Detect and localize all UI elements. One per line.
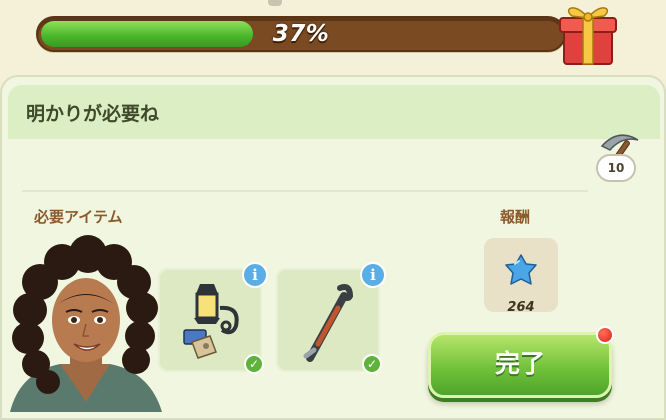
required-items-label: 必要アイテム: [34, 208, 123, 226]
check-icon: ✓: [362, 354, 382, 374]
task-title: 明かりが必要ね: [26, 103, 160, 125]
reward-item[interactable]: 264: [484, 238, 558, 315]
check-icon: ✓: [244, 354, 264, 374]
crowbar-icon: [303, 284, 354, 362]
complete-button-label: 完了: [494, 349, 545, 378]
info-button[interactable]: i: [360, 262, 386, 288]
notification-dot: [596, 326, 614, 344]
required-item-street-lamp[interactable]: i ✓: [158, 262, 268, 374]
progress-percent: 37%: [272, 21, 330, 47]
divider: [22, 190, 588, 192]
character-portrait: [10, 235, 162, 412]
required-item-crowbar[interactable]: i ✓: [276, 262, 386, 374]
info-button[interactable]: i: [242, 262, 268, 288]
street-lamp-icon: [183, 284, 239, 359]
complete-button[interactable]: 完了: [428, 332, 612, 398]
gift-box-icon[interactable]: [554, 0, 622, 68]
task-progress-bar: 37%: [36, 16, 566, 52]
reward-label: 報酬: [500, 208, 531, 226]
top-handle: [268, 0, 282, 6]
pickaxe-count: 10: [596, 154, 636, 182]
blue-star-gem-icon: [505, 254, 537, 285]
reward-value: 264: [507, 300, 535, 315]
